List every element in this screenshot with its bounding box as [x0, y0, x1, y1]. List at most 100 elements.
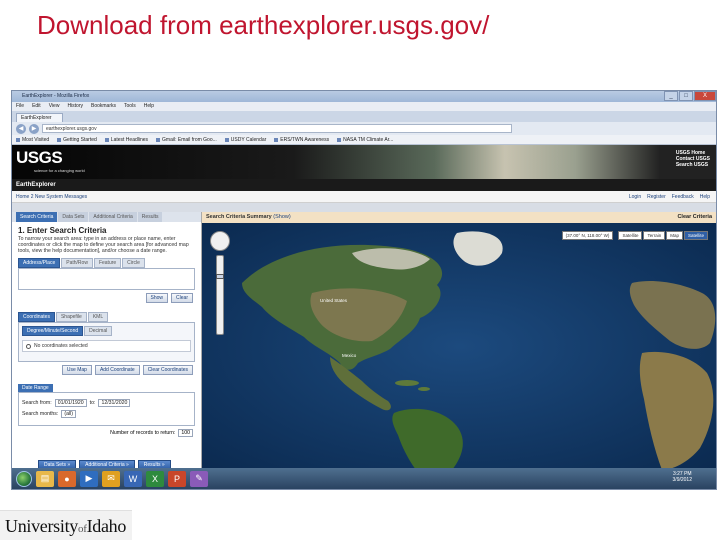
records-label: Number of records to return:	[110, 430, 176, 436]
maximize-button[interactable]: □	[679, 91, 693, 101]
coordinate-tabs: Coordinates Shapefile KML	[12, 306, 201, 322]
menu-history[interactable]: History	[67, 102, 83, 111]
windows-taskbar: ▤ ● ▶ ✉ W X P ✎ 3:27 PM 3/9/2012	[12, 468, 716, 489]
bookmark-item[interactable]: Most Visited	[16, 135, 49, 144]
explorer-icon[interactable]: ▤	[36, 470, 54, 487]
search-panel: Search Criteria Data Sets Additional Cri…	[12, 212, 202, 470]
word-icon[interactable]: W	[124, 470, 142, 487]
tab-shapefile[interactable]: Shapefile	[55, 312, 87, 322]
criteria-description: To narrow your search area: type in an a…	[18, 236, 189, 254]
use-map-button[interactable]: Use Map	[61, 365, 92, 375]
tab-date-range[interactable]: Date Range	[18, 384, 53, 392]
window-titlebar: EarthExplorer - Mozilla Firefox _ □ X	[12, 91, 716, 102]
clear-criteria-link[interactable]: Clear Criteria	[677, 212, 712, 223]
clear-coordinates-button[interactable]: Clear Coordinates	[142, 365, 193, 375]
clear-button[interactable]: Clear	[171, 293, 193, 303]
powerpoint-icon[interactable]: P	[168, 470, 186, 487]
map-type-button[interactable]: Satellite	[618, 231, 643, 240]
bookmark-icon	[104, 137, 109, 142]
forward-arrow-icon[interactable]: ▶	[29, 123, 39, 134]
bookmark-item[interactable]: USDY Calendar	[224, 135, 266, 144]
bookmark-item[interactable]: Getting Started	[57, 135, 97, 144]
radio-icon[interactable]	[26, 343, 31, 349]
usgs-header: USGS science for a changing world USGS H…	[12, 145, 716, 179]
search-to-input[interactable]: 12/31/2020	[98, 399, 131, 407]
excel-icon[interactable]: X	[146, 470, 164, 487]
pan-control[interactable]	[210, 231, 230, 251]
bookmark-item[interactable]: NASA TM Climate Ar...	[337, 135, 393, 144]
bookmark-icon	[274, 137, 279, 142]
to-label: to:	[89, 400, 96, 406]
tab-circle[interactable]: Circle	[122, 258, 145, 268]
summary-label: Search Criteria Summary	[206, 214, 272, 220]
paint-icon[interactable]: ✎	[190, 470, 208, 487]
search-months-select[interactable]: (all)	[61, 410, 76, 418]
map-type-button[interactable]: Map	[666, 231, 683, 240]
search-from-label: Search from:	[22, 400, 52, 406]
bookmark-item[interactable]: Latest Headlines	[104, 135, 148, 144]
tab-data-sets[interactable]: Data Sets	[58, 212, 89, 222]
tab-feature[interactable]: Feature	[93, 258, 122, 268]
firefox-icon[interactable]: ●	[58, 470, 76, 487]
zoom-slider[interactable]	[216, 255, 224, 335]
tab-kml[interactable]: KML	[87, 312, 109, 322]
map-view[interactable]: United States Mexico (37.00° N, 118.00° …	[202, 223, 716, 470]
tab-additional-criteria[interactable]: Additional Criteria	[89, 212, 137, 222]
tab-results[interactable]: Results	[137, 212, 163, 222]
tab-decimal[interactable]: Decimal	[84, 326, 113, 336]
map-label-us: United States	[320, 298, 348, 303]
bookmark-item[interactable]: ERS/TWN Awareness	[274, 135, 329, 144]
menu-tools[interactable]: Tools	[124, 102, 136, 111]
menu-help[interactable]: Help	[144, 102, 154, 111]
tab-path-row[interactable]: Path/Row	[61, 258, 93, 268]
navigation-bar: ◀ ▶ earthexplorer.usgs.gov	[12, 122, 716, 135]
address-input[interactable]	[18, 268, 195, 290]
records-select[interactable]: 100	[178, 429, 193, 437]
university-logo: UniversityofIdaho	[0, 510, 132, 540]
coordinate-area: Degree/Minute/Second Decimal No coordina…	[18, 322, 195, 362]
search-from-input[interactable]: 01/01/1920	[54, 399, 87, 407]
search-criteria-summary: Search Criteria Summary (Show) Clear Cri…	[202, 212, 716, 223]
usgs-links: USGS Home Contact USGS Search USGS	[676, 150, 710, 168]
feedback-link[interactable]: Feedback	[672, 191, 694, 203]
menu-view[interactable]: View	[49, 102, 60, 111]
bookmark-item[interactable]: Gmail: Email from Goo...	[156, 135, 217, 144]
map-type-button[interactable]: Satellite	[683, 231, 708, 240]
help-link[interactable]: Help	[700, 191, 710, 203]
login-link[interactable]: Login	[629, 191, 641, 203]
tab-coordinates[interactable]: Coordinates	[18, 312, 55, 322]
register-link[interactable]: Register	[647, 191, 666, 203]
map-type-button[interactable]: Terrain	[643, 231, 666, 240]
show-button[interactable]: Show	[145, 293, 169, 303]
usgs-logo[interactable]: USGS	[16, 148, 63, 168]
tab-search-criteria[interactable]: Search Criteria	[16, 212, 58, 222]
back-arrow-icon[interactable]: ◀	[16, 123, 26, 134]
close-button[interactable]: X	[694, 91, 716, 101]
start-button[interactable]	[16, 470, 32, 487]
add-coordinate-button[interactable]: Add Coordinate	[94, 365, 140, 375]
bookmark-icon	[224, 137, 229, 142]
media-icon[interactable]: ▶	[80, 470, 98, 487]
tab-degree-minute-second[interactable]: Degree/Minute/Second	[22, 326, 84, 336]
date-range-area: Search from: 01/01/1920 to: 12/31/2020 S…	[18, 392, 195, 426]
university-logo-text: UniversityofIdaho	[5, 516, 127, 536]
site-nav: Home 2 New System Messages Login Registe…	[12, 191, 716, 203]
no-coordinates-text: No coordinates selected	[34, 343, 88, 349]
menu-edit[interactable]: Edit	[32, 102, 41, 111]
url-input[interactable]: earthexplorer.usgs.gov	[42, 124, 512, 133]
tab-earthexplorer[interactable]: EarthExplorer	[16, 113, 63, 122]
search-usgs-link[interactable]: Search USGS	[676, 162, 710, 168]
date-range-row: Search from: 01/01/1920 to: 12/31/2020	[22, 399, 191, 407]
criteria-heading: 1. Enter Search Criteria	[18, 226, 107, 235]
minimize-button[interactable]: _	[664, 91, 678, 101]
tab-address-place[interactable]: Address/Place	[18, 258, 61, 268]
menu-file[interactable]: File	[16, 102, 24, 111]
outlook-icon[interactable]: ✉	[102, 470, 120, 487]
map-type-controls: (37.00° N, 118.00° W) Satellite Terrain …	[561, 231, 708, 240]
zoom-knob[interactable]	[216, 274, 224, 279]
world-map	[202, 223, 716, 470]
menu-bookmarks[interactable]: Bookmarks	[91, 102, 116, 111]
summary-show-link[interactable]: (Show)	[273, 214, 290, 220]
system-clock: 3:27 PM 3/9/2012	[673, 471, 692, 483]
home-link[interactable]: Home 2 New System Messages	[16, 194, 87, 200]
